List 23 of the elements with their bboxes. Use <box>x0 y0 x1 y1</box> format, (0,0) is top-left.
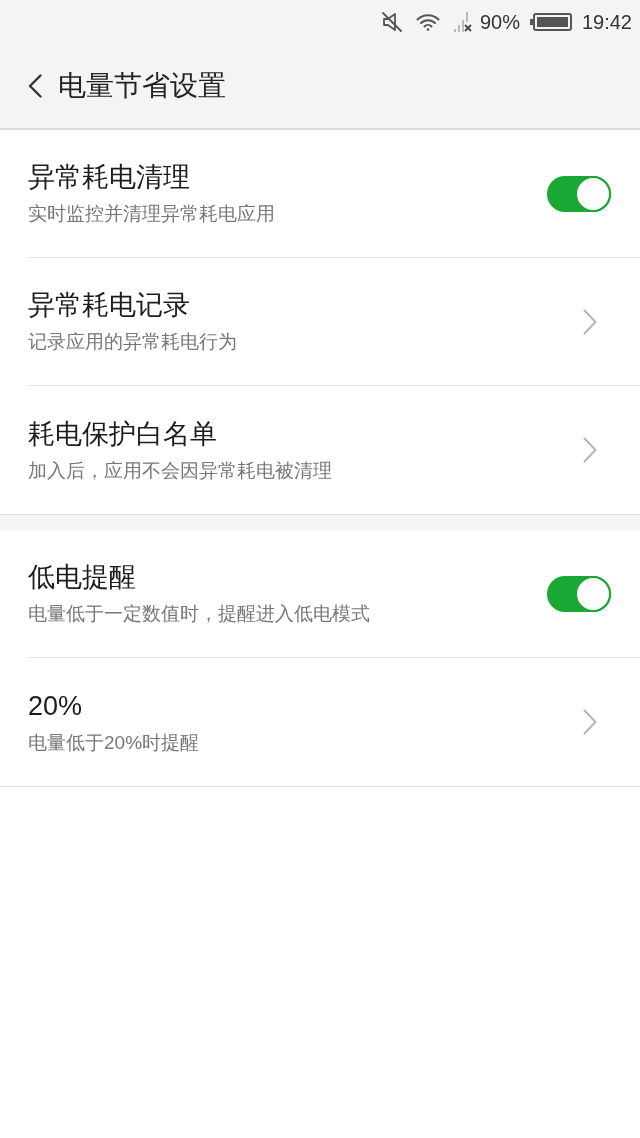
setting-title: 耗电保护白名单 <box>28 417 218 451</box>
setting-description: 电量低于20%时提醒 <box>28 730 200 755</box>
setting-description: 记录应用的异常耗电行为 <box>28 330 237 354</box>
setting-description: 实时监控并清理异常耗电应用 <box>28 202 275 226</box>
setting-title: 20% <box>28 689 84 723</box>
chevron-right-icon <box>583 308 597 335</box>
setting-description: 加入后，应用不会因异常耗电被清理 <box>28 458 332 483</box>
setting-title: 低电提醒 <box>28 561 137 594</box>
chevron-right-icon <box>583 709 597 735</box>
back-icon[interactable] <box>28 74 42 98</box>
toggle-switch[interactable] <box>547 575 611 612</box>
battery-percent: 90% <box>479 10 520 35</box>
setting-title: 异常耗电清理 <box>28 161 191 194</box>
page-title: 电量节省设置 <box>58 69 226 103</box>
clock-time: 19:42 <box>581 10 632 35</box>
setting-title: 异常耗电记录 <box>28 289 191 322</box>
toggle-switch[interactable] <box>547 175 611 212</box>
no-signal-icon <box>453 12 472 32</box>
chevron-right-icon <box>583 437 597 463</box>
setting-description: 电量低于一定数值时，提醒进入低电模式 <box>28 602 370 626</box>
wifi-icon <box>415 13 440 31</box>
battery-icon <box>529 13 572 31</box>
muted-speaker-icon <box>381 12 402 32</box>
